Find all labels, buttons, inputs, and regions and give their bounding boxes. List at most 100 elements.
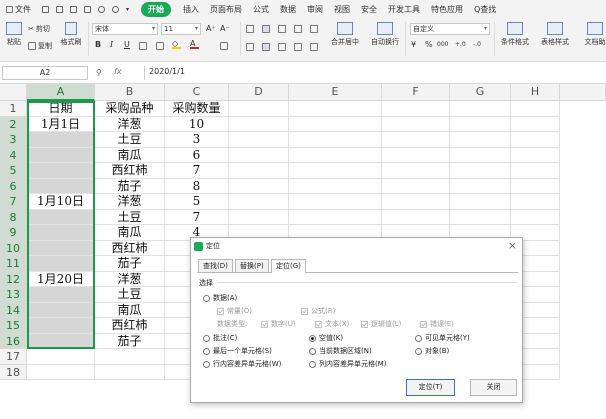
cell-f6[interactable] xyxy=(382,178,450,194)
align-bottom-icon[interactable] xyxy=(278,25,286,33)
font-size-select[interactable]: 11 ▾ xyxy=(161,23,201,35)
cell-b15[interactable]: 西红柿 xyxy=(95,318,165,334)
cell-b14[interactable]: 南瓜 xyxy=(95,302,165,318)
cell-a17[interactable] xyxy=(27,349,95,365)
column-header-c[interactable]: C xyxy=(165,84,229,101)
justify-icon[interactable] xyxy=(294,43,302,51)
zoom-icon[interactable]: ⚲ xyxy=(96,68,102,77)
row-header-8[interactable]: 8 xyxy=(0,209,27,225)
align-center-icon[interactable] xyxy=(262,43,270,51)
cell-a14[interactable] xyxy=(27,302,95,318)
cell-d7[interactable] xyxy=(229,194,289,210)
paste-button[interactable]: 粘贴 xyxy=(4,22,24,47)
option-column-differences[interactable]: 列内容差异单元格(M) xyxy=(309,359,387,369)
column-header-g[interactable]: G xyxy=(450,84,511,101)
goto-button[interactable]: 定位(T) xyxy=(406,379,455,396)
option-visible-cells[interactable]: 可见单元格(Y) xyxy=(415,333,470,343)
cell-f2[interactable] xyxy=(382,116,450,132)
tab-developer[interactable]: 开发工具 xyxy=(388,4,420,15)
align-top-icon[interactable] xyxy=(246,25,254,33)
option-row-differences[interactable]: 行内容差异单元格(W) xyxy=(203,359,281,369)
cell-c6[interactable]: 8 xyxy=(165,178,229,194)
bold-button[interactable]: B xyxy=(95,40,101,49)
fill-color-button[interactable]: ◇ xyxy=(172,39,181,49)
cell-b11[interactable]: 茄子 xyxy=(95,256,165,272)
tab-view[interactable]: 视图 xyxy=(334,4,350,15)
cell-a12[interactable]: 1月20日 xyxy=(27,271,95,287)
cell-d4[interactable] xyxy=(229,147,289,163)
cell-h6[interactable] xyxy=(511,178,560,194)
cell-a5[interactable] xyxy=(27,163,95,179)
column-header-a[interactable]: A xyxy=(27,84,95,101)
row-header-1[interactable]: 1 xyxy=(0,101,27,117)
row-header-5[interactable]: 5 xyxy=(0,163,27,179)
cell-a8[interactable] xyxy=(27,209,95,225)
redo-icon[interactable] xyxy=(112,5,119,13)
cell-h5[interactable] xyxy=(511,163,560,179)
underline-button[interactable]: U xyxy=(124,40,130,49)
row-header-18[interactable]: 18 xyxy=(0,364,27,380)
cell-f3[interactable] xyxy=(382,132,450,148)
cell-b4[interactable]: 南瓜 xyxy=(95,147,165,163)
cell-a6[interactable] xyxy=(27,178,95,194)
type-error[interactable]: 错误(E) xyxy=(420,319,454,329)
merge-center-button[interactable]: 合并居中 xyxy=(330,22,360,47)
border-icon[interactable] xyxy=(139,42,147,50)
strikethrough-icon[interactable] xyxy=(156,42,164,50)
search-box[interactable]: Q查找 xyxy=(474,4,496,15)
row-header-12[interactable]: 12 xyxy=(0,271,27,287)
cell-e6[interactable] xyxy=(289,178,382,194)
select-all-corner[interactable] xyxy=(0,84,27,101)
column-header-e[interactable]: E xyxy=(289,84,382,101)
print-preview-icon[interactable] xyxy=(70,5,77,13)
file-menu[interactable]: 文件 xyxy=(15,4,31,15)
align-middle-icon[interactable] xyxy=(262,25,270,33)
cell-h8[interactable] xyxy=(511,209,560,225)
currency-button[interactable]: ¥ xyxy=(411,40,416,49)
cell-b3[interactable]: 土豆 xyxy=(95,132,165,148)
cell-g3[interactable] xyxy=(450,132,511,148)
formula-input[interactable]: 2020/1/1 xyxy=(144,66,602,80)
cell-g2[interactable] xyxy=(450,116,511,132)
cell-h3[interactable] xyxy=(511,132,560,148)
menu-icon[interactable] xyxy=(6,5,13,13)
cell-c5[interactable]: 7 xyxy=(165,163,229,179)
column-header-d[interactable]: D xyxy=(229,84,289,101)
cell-h2[interactable] xyxy=(511,116,560,132)
italic-button[interactable]: I xyxy=(110,40,113,49)
option-current-region[interactable]: 当前数据区域(N) xyxy=(309,346,372,356)
cell-h1[interactable] xyxy=(511,101,560,117)
row-header-2[interactable]: 2 xyxy=(0,116,27,132)
row-header-11[interactable]: 11 xyxy=(0,256,27,272)
close-icon[interactable]: × xyxy=(508,239,517,252)
tab-security[interactable]: 安全 xyxy=(361,4,377,15)
conditional-format-button[interactable]: 条件格式 xyxy=(498,22,532,47)
format-painter-button[interactable]: 格式刷 xyxy=(58,22,84,47)
cell-h7[interactable] xyxy=(511,194,560,210)
cell-f5[interactable] xyxy=(382,163,450,179)
shrink-font-button[interactable]: A⁻ xyxy=(220,24,230,33)
row-header-4[interactable]: 4 xyxy=(0,147,27,163)
type-text[interactable]: 文本(X) xyxy=(315,319,349,329)
cell-a11[interactable] xyxy=(27,256,95,272)
align-right-icon[interactable] xyxy=(278,43,286,51)
wrap-text-button[interactable]: 自动换行 xyxy=(370,22,400,47)
cell-c3[interactable]: 3 xyxy=(165,132,229,148)
row-header-16[interactable]: 16 xyxy=(0,333,27,349)
option-data[interactable]: 数据(A) xyxy=(203,293,237,303)
cell-c4[interactable]: 6 xyxy=(165,147,229,163)
cell-e3[interactable] xyxy=(289,132,382,148)
row-header-15[interactable]: 15 xyxy=(0,318,27,334)
cell-g4[interactable] xyxy=(450,147,511,163)
cell-c2[interactable]: 10 xyxy=(165,116,229,132)
copy-button[interactable]: 复制 xyxy=(28,41,52,51)
cell-a16[interactable] xyxy=(27,333,95,349)
column-header-f[interactable]: F xyxy=(382,84,450,101)
table-style-button[interactable]: 表格样式 xyxy=(538,22,572,47)
tab-data[interactable]: 数据 xyxy=(280,4,296,15)
type-number[interactable]: 数字(U) xyxy=(261,319,296,329)
cell-g1[interactable] xyxy=(450,101,511,117)
grow-font-button[interactable]: A⁺ xyxy=(206,24,216,33)
cell-b7[interactable]: 洋葱 xyxy=(95,194,165,210)
row-header-9[interactable]: 9 xyxy=(0,225,27,241)
